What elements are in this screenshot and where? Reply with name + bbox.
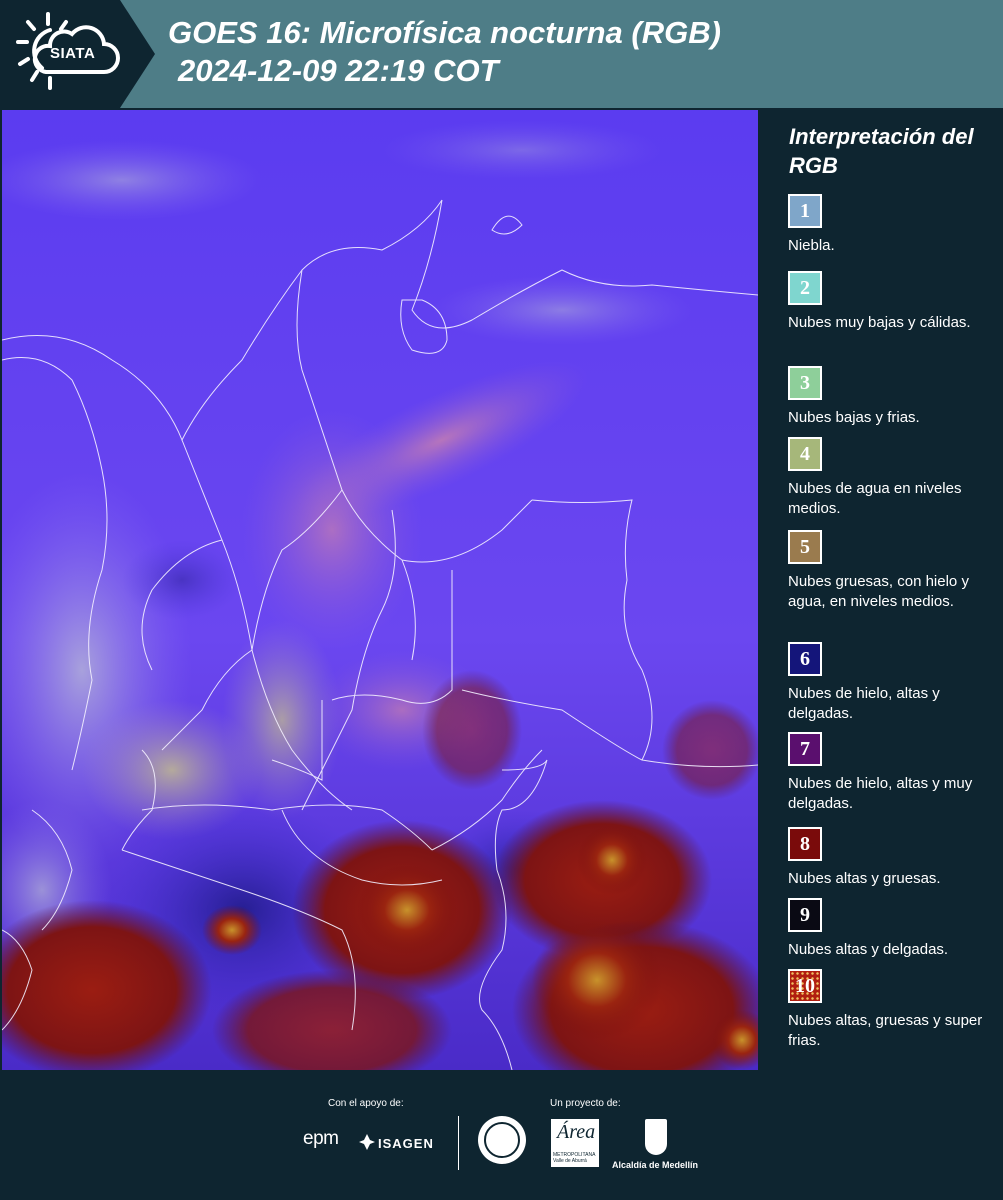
legend-swatch-7: 7 <box>788 732 822 766</box>
area-logo-subtitle: METROPOLITANA Valle de Aburrá <box>553 1152 596 1164</box>
page-timestamp: 2024-12-09 22:19 COT <box>178 53 499 88</box>
siata-logo[interactable]: SIATA <box>0 0 155 108</box>
legend-item-9: 9 Nubes altas y delgadas. <box>788 898 993 960</box>
epm-logo[interactable]: epm <box>303 1128 339 1150</box>
area-logo-script: Área <box>557 1121 596 1143</box>
header-bar: SIATA GOES 16: Microfísica nocturna (RGB… <box>0 0 1003 108</box>
legend-item-6: 6 Nubes de hielo, altas y delgadas. <box>788 642 993 724</box>
university-seal-icon[interactable] <box>478 1116 526 1164</box>
area-metropolitana-logo[interactable]: Área METROPOLITANA Valle de Aburrá <box>551 1119 599 1167</box>
legend-swatch-9: 9 <box>788 898 822 932</box>
legend-label-10: Nubes altas, gruesas y super frias. <box>788 1012 983 1049</box>
legend-swatch-8: 8 <box>788 827 822 861</box>
legend-item-1: 1 Niebla. <box>788 194 993 256</box>
legend-item-4: 4 Nubes de agua en niveles medios. <box>788 437 993 519</box>
legend-item-5: 5 Nubes gruesas, con hielo y agua, en ni… <box>788 530 993 612</box>
isagen-logo[interactable]: ISAGEN <box>378 1136 434 1151</box>
legend-label-5: Nubes gruesas, con hielo y agua, en nive… <box>788 573 969 610</box>
legend-swatch-6: 6 <box>788 642 822 676</box>
satellite-image <box>2 110 758 1070</box>
legend-label-3: Nubes bajas y frias. <box>788 409 920 426</box>
alcaldia-shield-icon[interactable] <box>645 1119 667 1155</box>
page-title: GOES 16: Microfísica nocturna (RGB) <box>168 15 721 50</box>
legend-item-7: 7 Nubes de hielo, altas y muy delgadas. <box>788 732 993 814</box>
legend-swatch-4: 4 <box>788 437 822 471</box>
legend-swatch-1: 1 <box>788 194 822 228</box>
legend-swatch-5: 5 <box>788 530 822 564</box>
isagen-mark-icon <box>359 1134 375 1150</box>
legend-label-6: Nubes de hielo, altas y delgadas. <box>788 685 940 722</box>
legend-swatch-10: 10 <box>788 969 822 1003</box>
legend-swatch-2: 2 <box>788 271 822 305</box>
footer-divider <box>458 1116 459 1170</box>
siata-logo-text: SIATA <box>50 45 96 62</box>
legend-item-3: 3 Nubes bajas y frias. <box>788 366 993 428</box>
legend-panel: Interpretación del RGB 1 Niebla. 2 Nubes… <box>762 110 1003 1070</box>
footer: Con el apoyo de: Un proyecto de: epm ISA… <box>0 1072 1003 1200</box>
legend-item-2: 2 Nubes muy bajas y cálidas. <box>788 271 993 333</box>
legend-title: Interpretación del RGB <box>789 124 974 178</box>
support-label: Con el apoyo de: <box>328 1098 404 1109</box>
legend-label-4: Nubes de agua en niveles medios. <box>788 480 962 517</box>
legend-label-7: Nubes de hielo, altas y muy delgadas. <box>788 775 973 812</box>
project-label: Un proyecto de: <box>550 1098 621 1109</box>
alcaldia-logo-text: Alcaldía de Medellín <box>612 1160 699 1170</box>
legend-label-8: Nubes altas y gruesas. <box>788 870 941 887</box>
legend-label-9: Nubes altas y delgadas. <box>788 941 949 958</box>
legend-item-8: 8 Nubes altas y gruesas. <box>788 827 993 889</box>
legend-label-2: Nubes muy bajas y cálidas. <box>788 314 971 331</box>
legend-swatch-3: 3 <box>788 366 822 400</box>
legend-item-10: 10 Nubes altas, gruesas y super frias. <box>788 969 993 1051</box>
satellite-rgb-map <box>2 110 758 1070</box>
legend-label-1: Niebla. <box>788 237 835 254</box>
